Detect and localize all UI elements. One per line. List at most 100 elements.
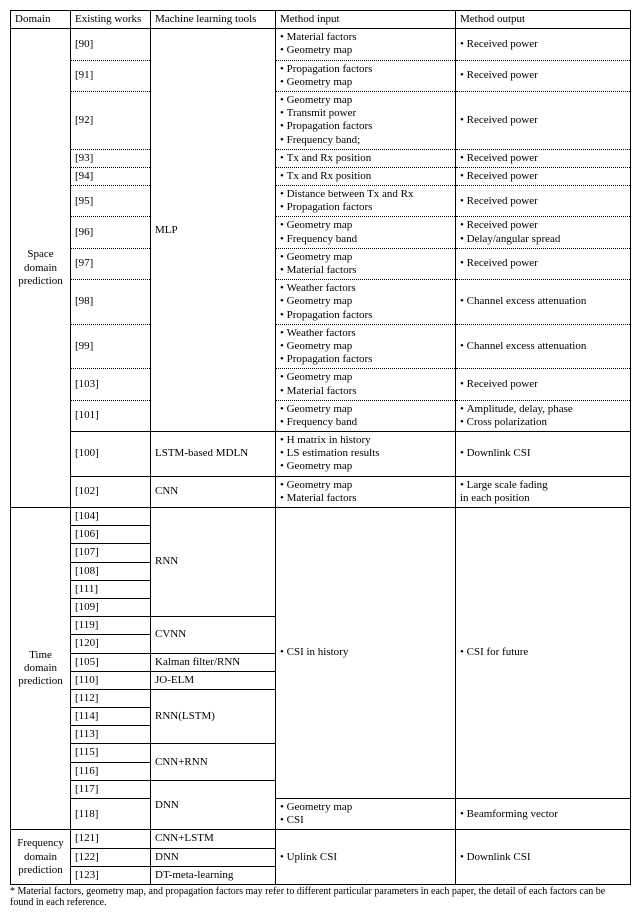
table-row: [101] Geometry mapFrequency band Amplitu…	[11, 400, 631, 431]
table-row: [103] Geometry mapMaterial factors Recei…	[11, 369, 631, 400]
output-cell: Received power	[456, 91, 631, 149]
survey-table: Domain Existing works Machine learning t…	[10, 10, 631, 885]
domain-freq: Frequency domain prediction	[11, 830, 71, 885]
col-tools: Machine learning tools	[151, 11, 276, 29]
input-cell: Geometry mapTransmit powerPropagation fa…	[276, 91, 456, 149]
table-row: [102] CNN Geometry mapMaterial factors L…	[11, 476, 631, 507]
ref-cell: [110]	[71, 671, 151, 689]
table-row: Frequency domain prediction [121] CNN+LS…	[11, 830, 631, 848]
output-cell: Received power	[456, 60, 631, 91]
ref-cell: [93]	[71, 149, 151, 167]
tool-mlp: MLP	[151, 29, 276, 432]
input-cell: Geometry mapMaterial factors	[276, 369, 456, 400]
ref-cell: [118]	[71, 799, 151, 830]
input-cell: Material factorsGeometry map	[276, 29, 456, 60]
table-row: [94] Tx and Rx position Received power	[11, 167, 631, 185]
tool-cell: JO-ELM	[151, 671, 276, 689]
tool-cell: CNN	[151, 476, 276, 507]
output-cell: Channel excess attenuation	[456, 280, 631, 325]
input-cell: Geometry mapMaterial factors	[276, 476, 456, 507]
ref-cell: [94]	[71, 167, 151, 185]
tool-cell: DNN	[151, 780, 276, 830]
output-cell: Downlink CSI	[456, 432, 631, 477]
input-cell: Tx and Rx position	[276, 167, 456, 185]
ref-cell: [97]	[71, 248, 151, 279]
tool-cell: LSTM-based MDLN	[151, 432, 276, 477]
ref-cell: [106]	[71, 526, 151, 544]
ref-cell: [121]	[71, 830, 151, 848]
table-row: [91] Propagation factorsGeometry map Rec…	[11, 60, 631, 91]
ref-cell: [107]	[71, 544, 151, 562]
ref-cell: [104]	[71, 508, 151, 526]
ref-cell: [99]	[71, 324, 151, 369]
output-cell: Downlink CSI	[456, 830, 631, 885]
table-row: [95] Distance between Tx and RxPropagati…	[11, 186, 631, 217]
ref-cell: [91]	[71, 60, 151, 91]
tool-cell: CNN+LSTM	[151, 830, 276, 848]
output-cell: Channel excess attenuation	[456, 324, 631, 369]
ref-cell: [119]	[71, 617, 151, 635]
ref-cell: [122]	[71, 848, 151, 866]
col-output: Method output	[456, 11, 631, 29]
ref-cell: [111]	[71, 580, 151, 598]
ref-cell: [100]	[71, 432, 151, 477]
tool-cell: Kalman filter/RNN	[151, 653, 276, 671]
output-cell: Received power	[456, 167, 631, 185]
output-cell: Beamforming vector	[456, 799, 631, 830]
input-cell: Geometry mapMaterial factors	[276, 248, 456, 279]
col-domain: Domain	[11, 11, 71, 29]
input-cell: Tx and Rx position	[276, 149, 456, 167]
header-row: Domain Existing works Machine learning t…	[11, 11, 631, 29]
tool-cell: RNN(LSTM)	[151, 689, 276, 744]
output-cell: Large scale fadingin each position	[456, 476, 631, 507]
output-cell: Received power	[456, 149, 631, 167]
ref-cell: [114]	[71, 708, 151, 726]
ref-cell: [92]	[71, 91, 151, 149]
output-cell: Amplitude, delay, phaseCross polarizatio…	[456, 400, 631, 431]
ref-cell: [112]	[71, 689, 151, 707]
ref-cell: [103]	[71, 369, 151, 400]
ref-cell: [101]	[71, 400, 151, 431]
domain-space: Space domain prediction	[11, 29, 71, 508]
ref-cell: [120]	[71, 635, 151, 653]
table-row: [93] Tx and Rx position Received power	[11, 149, 631, 167]
table-row: [92] Geometry mapTransmit powerPropagati…	[11, 91, 631, 149]
ref-cell: [96]	[71, 217, 151, 248]
input-cell: Geometry mapFrequency band	[276, 400, 456, 431]
input-cell: Propagation factorsGeometry map	[276, 60, 456, 91]
ref-cell: [117]	[71, 780, 151, 798]
ref-cell: [90]	[71, 29, 151, 60]
ref-cell: [95]	[71, 186, 151, 217]
table-row: Space domain prediction [90] MLP Materia…	[11, 29, 631, 60]
ref-cell: [105]	[71, 653, 151, 671]
ref-cell: [113]	[71, 726, 151, 744]
table-row: [100] LSTM-based MDLN H matrix in histor…	[11, 432, 631, 477]
ref-cell: [108]	[71, 562, 151, 580]
input-cell: Geometry mapCSI	[276, 799, 456, 830]
table-row: [98] Weather factorsGeometry mapPropagat…	[11, 280, 631, 325]
tool-cell: CVNN	[151, 617, 276, 653]
output-cell: Received power	[456, 29, 631, 60]
input-cell: Uplink CSI	[276, 830, 456, 885]
tool-cell: DT-meta-learning	[151, 866, 276, 884]
output-cell: Received power	[456, 369, 631, 400]
domain-time: Time domain prediction	[11, 508, 71, 830]
ref-cell: [102]	[71, 476, 151, 507]
tool-cell: DNN	[151, 848, 276, 866]
table-row: [99] Weather factorsGeometry mapPropagat…	[11, 324, 631, 369]
table-row: [97] Geometry mapMaterial factors Receiv…	[11, 248, 631, 279]
output-cell: CSI for future	[456, 508, 631, 799]
ref-cell: [109]	[71, 598, 151, 616]
col-input: Method input	[276, 11, 456, 29]
input-cell: Weather factorsGeometry mapPropagation f…	[276, 280, 456, 325]
input-cell: CSI in history	[276, 508, 456, 799]
ref-cell: [123]	[71, 866, 151, 884]
tool-cell: CNN+RNN	[151, 744, 276, 780]
table-row: Time domain prediction [104] RNN CSI in …	[11, 508, 631, 526]
output-cell: Received power	[456, 186, 631, 217]
table-row: [96] Geometry mapFrequency band Received…	[11, 217, 631, 248]
col-works: Existing works	[71, 11, 151, 29]
ref-cell: [98]	[71, 280, 151, 325]
input-cell: Distance between Tx and RxPropagation fa…	[276, 186, 456, 217]
tool-cell: RNN	[151, 508, 276, 617]
